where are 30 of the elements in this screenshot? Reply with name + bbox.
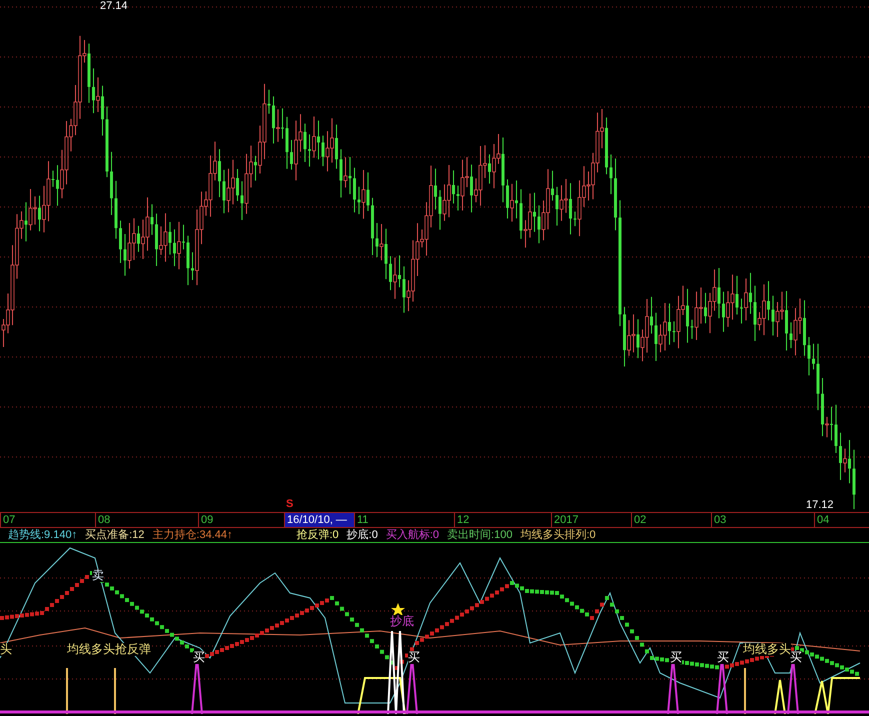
- date-tick: 2017: [551, 513, 631, 527]
- indicator-value: 趋势线:9.140↑: [8, 528, 78, 542]
- date-tick: 03: [711, 513, 814, 527]
- marker-label: S: [286, 498, 294, 510]
- signal-label: 抄底: [390, 615, 414, 628]
- signal-label: 买: [670, 651, 682, 664]
- signal-label: 买: [193, 651, 205, 664]
- low-price-label: 17.12: [806, 499, 834, 511]
- signal-label: 卖: [92, 569, 104, 582]
- signal-label: 均线多头抢反弹: [67, 643, 151, 656]
- indicator-value: 均线多头排列:0: [520, 528, 596, 542]
- signal-label: 均线多头: [743, 643, 791, 656]
- signal-label: 买: [408, 651, 420, 664]
- date-tick: 12: [454, 513, 551, 527]
- date-tick: 11: [354, 513, 454, 527]
- indicator-value: 抢反弹:0: [296, 528, 339, 542]
- date-tick: 02: [631, 513, 711, 527]
- star-icon: [391, 603, 405, 616]
- date-tick: 07: [0, 513, 95, 527]
- date-tick: 08: [95, 513, 198, 527]
- signal-label: 买: [717, 651, 729, 664]
- indicator-value: 主力持仓:34.44↑: [152, 528, 232, 542]
- signal-label: 买: [790, 651, 802, 664]
- indicator-value: 买入航标:0: [386, 528, 440, 542]
- indicator-value: 抄底:0: [346, 528, 378, 542]
- indicator-value: 卖出时间:100: [447, 528, 512, 542]
- indicator-value: 买点准备:12: [85, 528, 144, 542]
- high-price-label: 27.14: [100, 0, 128, 12]
- date-tick: 04: [814, 513, 869, 527]
- signal-label: 头: [0, 643, 12, 656]
